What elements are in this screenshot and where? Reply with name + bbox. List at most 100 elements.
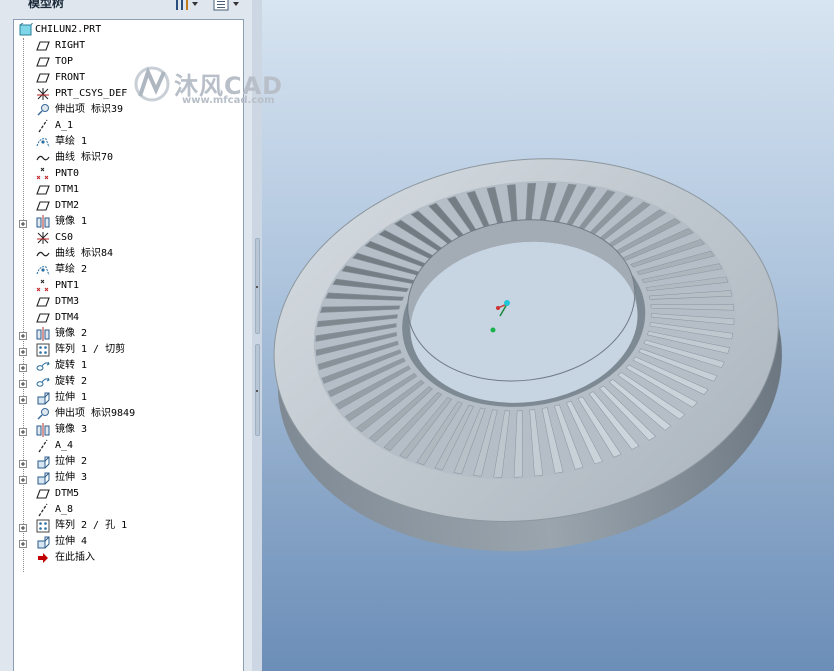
tree-item-label: 旋转 1: [55, 360, 88, 371]
tree-item[interactable]: DTM1: [14, 182, 243, 198]
tree-item-label: DTM3: [55, 296, 80, 307]
datum-plane-icon: [36, 311, 50, 325]
mirror-icon: [36, 423, 50, 437]
tree-item[interactable]: 拉伸 2: [14, 454, 243, 470]
expand-icon[interactable]: [19, 522, 27, 532]
extrude-icon: [36, 455, 50, 469]
expand-icon[interactable]: [19, 426, 27, 436]
tree-item[interactable]: 旋转 2: [14, 374, 243, 390]
tree-item[interactable]: 拉伸 1: [14, 390, 243, 406]
tree-item[interactable]: DTM4: [14, 310, 243, 326]
extrude-icon: [36, 471, 50, 485]
list-icon: [213, 0, 239, 11]
datum-point-icon: [36, 167, 50, 181]
mirror-icon: [36, 215, 50, 229]
tree-item[interactable]: A_1: [14, 118, 243, 134]
tree-item-label: RIGHT: [55, 40, 86, 51]
tree-item-label: PNT1: [55, 280, 80, 291]
expand-icon[interactable]: [19, 346, 27, 356]
tree-item[interactable]: 曲线 标识70: [14, 150, 243, 166]
expand-icon[interactable]: [19, 394, 27, 404]
pattern-icon: [36, 343, 50, 357]
tree-item[interactable]: PNT0: [14, 166, 243, 182]
expand-icon[interactable]: [19, 458, 27, 468]
curve-icon: [36, 151, 50, 165]
tree-item-label: PNT0: [55, 168, 80, 179]
graphics-viewport[interactable]: [262, 0, 834, 671]
expand-icon[interactable]: [19, 218, 27, 228]
tree-item-label: 在此插入: [55, 552, 95, 563]
tree-item[interactable]: 曲线 标识84: [14, 246, 243, 262]
tree-item-label: 伸出项 标识9849: [55, 408, 136, 419]
tree-item-label: CS0: [55, 232, 74, 243]
show-menu-button[interactable]: [212, 0, 242, 12]
tree-item[interactable]: 草绘 1: [14, 134, 243, 150]
tree-item[interactable]: 伸出项 标识9849: [14, 406, 243, 422]
tree-item[interactable]: DTM2: [14, 198, 243, 214]
datum-plane-icon: [36, 183, 50, 197]
datum-axis-icon: [36, 503, 50, 517]
revolve-icon: [36, 375, 50, 389]
gear-model[interactable]: [262, 0, 834, 671]
tree-item[interactable]: 阵列 2 / 孔 1: [14, 518, 243, 534]
tree-item-label: A_8: [55, 504, 74, 515]
tree-item[interactable]: 草绘 2: [14, 262, 243, 278]
tree-item[interactable]: 旋转 1: [14, 358, 243, 374]
tree-item[interactable]: DTM3: [14, 294, 243, 310]
tree-item-label: PRT_CSYS_DEF: [55, 88, 128, 99]
tree-item[interactable]: 拉伸 4: [14, 534, 243, 550]
tree-item[interactable]: 在此插入: [14, 550, 243, 566]
tree-item[interactable]: CS0: [14, 230, 243, 246]
expand-icon[interactable]: [19, 330, 27, 340]
mirror-icon: [36, 327, 50, 341]
datum-plane-icon: [36, 71, 50, 85]
curve-icon: [36, 247, 50, 261]
tree-item-label: FRONT: [55, 72, 86, 83]
tree-item[interactable]: DTM5: [14, 486, 243, 502]
insert-here-arrow-icon: [36, 551, 50, 565]
tree-item[interactable]: 阵列 1 / 切剪: [14, 342, 243, 358]
watermark-url: www.mfcad.com: [182, 95, 275, 106]
tree-item-label: 拉伸 2: [55, 456, 88, 467]
expand-icon[interactable]: [19, 474, 27, 484]
extrude-icon: [36, 391, 50, 405]
settings-icon: [176, 0, 198, 10]
expand-icon[interactable]: [19, 362, 27, 372]
tree-item-label: 曲线 标识70: [55, 152, 114, 163]
tree-item-label: 拉伸 3: [55, 472, 88, 483]
model-tree[interactable]: CHILUN2.PRT RIGHT TOP FRONT PRT_CSYS_DEF 伸出项…: [13, 19, 244, 671]
datum-plane-icon: [36, 199, 50, 213]
tree-item[interactable]: RIGHT: [14, 38, 243, 54]
tree-item[interactable]: A_4: [14, 438, 243, 454]
tree-item-label: 伸出项 标识39: [55, 104, 124, 115]
datum-plane-icon: [36, 55, 50, 69]
tree-item[interactable]: A_8: [14, 502, 243, 518]
tree-item-label: DTM5: [55, 488, 80, 499]
tree-item-label: 拉伸 1: [55, 392, 88, 403]
datum-axis-icon: [36, 439, 50, 453]
sketch-icon: [36, 263, 50, 277]
tree-item[interactable]: 镜像 2: [14, 326, 243, 342]
datum-plane-icon: [36, 39, 50, 53]
tree-item-label: DTM2: [55, 200, 80, 211]
coordinate-system-icon: [36, 87, 50, 101]
datum-plane-icon: [36, 487, 50, 501]
tree-item-label: 曲线 标识84: [55, 248, 114, 259]
sash-grip-icon: [256, 286, 258, 288]
expand-icon[interactable]: [19, 378, 27, 388]
tree-item-label: 草绘 2: [55, 264, 88, 275]
tree-item-label: 镜像 1: [55, 216, 88, 227]
datum-point-icon: [36, 279, 50, 293]
tree-root[interactable]: CHILUN2.PRT: [14, 22, 243, 38]
tree-item[interactable]: 镜像 3: [14, 422, 243, 438]
tree-item[interactable]: 拉伸 3: [14, 470, 243, 486]
datum-axis-icon: [36, 119, 50, 133]
revolve-icon: [36, 359, 50, 373]
datum-plane-icon: [36, 295, 50, 309]
tree-item-label: 草绘 1: [55, 136, 88, 147]
settings-button[interactable]: [172, 0, 202, 12]
sash-grip-icon: [256, 390, 258, 392]
expand-icon[interactable]: [19, 538, 27, 548]
tree-item[interactable]: PNT1: [14, 278, 243, 294]
tree-item[interactable]: 镜像 1: [14, 214, 243, 230]
